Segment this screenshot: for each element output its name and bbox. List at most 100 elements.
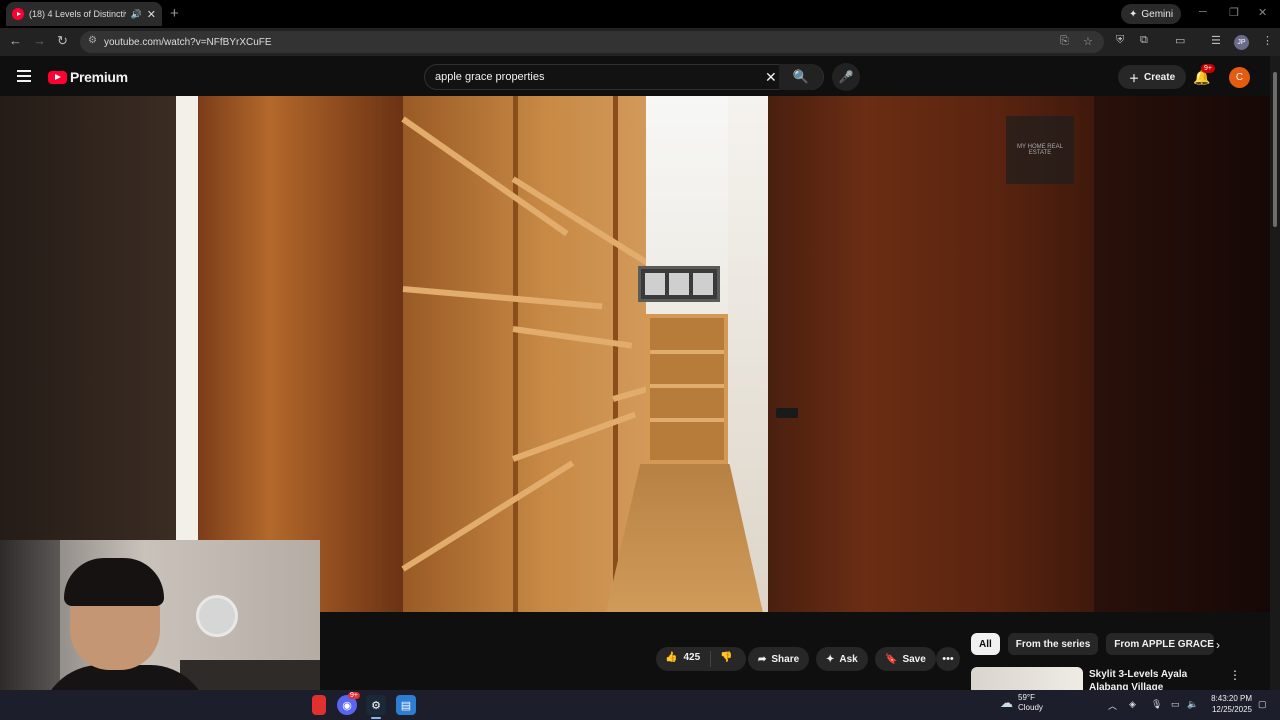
webcam-fan xyxy=(196,595,238,637)
share-arrow-icon: ➦ xyxy=(758,653,767,665)
search-button[interactable]: 🔍 xyxy=(779,64,823,90)
like-count: 425 xyxy=(683,652,701,663)
new-tab-button[interactable]: + xyxy=(170,5,179,22)
related-filter-chips: All From the series From APPLE GRACE PRO xyxy=(971,633,1215,655)
plus-icon: ＋ xyxy=(1129,73,1139,85)
youtube-premium-logo[interactable]: Premium xyxy=(48,69,128,85)
chrome-menu-icon[interactable]: ⋮ xyxy=(1262,34,1273,47)
forward-arrow-icon[interactable]: → xyxy=(33,33,46,48)
browser-tab[interactable]: (18) 4 Levels of Distinctive / 🔊 ✕ xyxy=(6,2,162,26)
watermark-text: MY HOME REAL ESTATE xyxy=(1017,144,1063,156)
weather-desc: Cloudy xyxy=(1018,703,1043,712)
page-scrollbar[interactable] xyxy=(1270,56,1280,690)
reading-list-icon[interactable]: ☰ xyxy=(1211,34,1221,47)
microphone-tray-icon[interactable]: 🎙 xyxy=(1151,699,1162,710)
create-label: Create xyxy=(1144,71,1176,83)
logo-text: Premium xyxy=(70,69,128,85)
notification-center-icon[interactable]: ▢ xyxy=(1258,699,1267,710)
install-app-icon[interactable]: ⎘ xyxy=(1060,35,1069,48)
notifications-bell-icon[interactable]: 🔔 9+ xyxy=(1193,64,1215,86)
like-button[interactable]: 👍 425 xyxy=(665,652,700,663)
network-icon[interactable]: ▭ xyxy=(1171,699,1180,710)
weather-temp: 59°F xyxy=(1018,693,1035,702)
more-horizontal-icon: ••• xyxy=(942,653,954,665)
sparkle-icon: ✦ xyxy=(1129,8,1138,20)
create-button[interactable]: ＋ Create xyxy=(1118,65,1187,89)
restore-icon[interactable]: ❐ xyxy=(1229,6,1239,19)
volume-icon[interactable]: 🔈 xyxy=(1187,699,1198,710)
tray-overflow-icon[interactable]: ︿ xyxy=(1108,699,1117,712)
browser-toolbar: ← → ↻ ⚙ youtube.com/watch?v=NFfBYrXCuFE … xyxy=(0,28,1280,56)
recommendation-title[interactable]: Skylit 3-Levels Ayala Alabang Village xyxy=(1089,668,1214,690)
extensions-puzzle-icon[interactable]: ⧉ xyxy=(1140,34,1148,47)
video-back-shelf xyxy=(646,314,728,464)
channel-watermark[interactable]: MY HOME REAL ESTATE xyxy=(1006,116,1074,184)
video-player[interactable]: MY HOME REAL ESTATE xyxy=(0,96,1270,612)
bookmark-icon: 🔖 xyxy=(885,653,898,665)
site-info-icon[interactable]: ⚙ xyxy=(88,35,97,46)
video-door-handle xyxy=(776,408,798,418)
discord-badge: 9+ xyxy=(348,692,360,699)
back-arrow-icon[interactable]: ← xyxy=(9,33,22,48)
sparkle-icon: ✦ xyxy=(826,653,835,665)
voice-search-button[interactable]: 🎤 xyxy=(832,63,860,91)
ask-button[interactable]: ✦ Ask xyxy=(816,647,868,671)
close-window-icon[interactable]: ✕ xyxy=(1258,6,1267,19)
url-text: youtube.com/watch?v=NFfBYrXCuFE xyxy=(104,36,272,48)
tray-app-icon[interactable]: ◈ xyxy=(1129,699,1136,710)
search-input[interactable]: apple grace properties xyxy=(435,71,544,83)
youtube-favicon-icon xyxy=(12,8,24,20)
channel-avatar[interactable]: C xyxy=(1229,67,1250,88)
video-window xyxy=(638,266,720,302)
share-button[interactable]: ➦ Share xyxy=(748,647,810,671)
more-actions-button[interactable]: ••• xyxy=(936,647,960,671)
profile-avatar[interactable]: JP xyxy=(1234,35,1249,50)
recommendation-thumbnail[interactable] xyxy=(971,667,1083,690)
address-bar[interactable]: ⚙ youtube.com/watch?v=NFfBYrXCuFE ⎘ ☆ xyxy=(80,31,1104,53)
share-label: Share xyxy=(771,653,800,665)
youtube-masthead: Premium apple grace properties ✕ 🔍 🎤 ＋ C… xyxy=(0,56,1280,96)
reload-icon[interactable]: ↻ xyxy=(57,33,68,49)
taskbar-app-icon[interactable] xyxy=(312,695,326,715)
clock-time: 8:43:20 PM xyxy=(1211,694,1252,703)
chip-from-the-series[interactable]: From the series xyxy=(1007,633,1099,655)
steam-icon[interactable]: ⚙ xyxy=(366,695,386,719)
weather-widget[interactable]: ☁ 59°F Cloudy xyxy=(1000,693,1043,713)
cloud-icon: ☁ xyxy=(1000,695,1013,710)
dislike-button[interactable]: 👎 xyxy=(720,652,732,663)
notepad-icon[interactable]: ▤ xyxy=(396,695,416,715)
webcam-person-hair xyxy=(64,558,164,606)
browser-tab-strip: (18) 4 Levels of Distinctive / 🔊 ✕ + ✦ G… xyxy=(0,0,1280,28)
save-button[interactable]: 🔖 Save xyxy=(875,647,936,671)
chevron-right-icon[interactable]: › xyxy=(1216,638,1220,652)
gemini-label: Gemini xyxy=(1141,8,1174,20)
shield-extension-icon[interactable]: ⛨ xyxy=(1116,34,1124,47)
minimize-icon[interactable]: ─ xyxy=(1199,6,1207,18)
chip-from-channel[interactable]: From APPLE GRACE PRO xyxy=(1106,633,1215,655)
bookmark-star-icon[interactable]: ☆ xyxy=(1083,35,1093,48)
hamburger-menu-icon[interactable] xyxy=(17,70,31,82)
search-box[interactable]: apple grace properties ✕ 🔍 xyxy=(424,64,824,90)
video-door-left xyxy=(198,96,403,612)
clear-search-icon[interactable]: ✕ xyxy=(765,69,777,86)
chip-all[interactable]: All xyxy=(971,633,1000,655)
cast-icon[interactable]: ▭ xyxy=(1175,34,1185,47)
ambient-left xyxy=(0,96,176,612)
like-dislike-group: 👍 425 👎 xyxy=(656,647,746,671)
video-wall xyxy=(176,96,198,612)
video-frame[interactable]: MY HOME REAL ESTATE xyxy=(176,96,1094,612)
microphone-icon: 🎤 xyxy=(838,70,854,84)
thumbs-down-icon: 👎 xyxy=(720,652,733,663)
close-tab-icon[interactable]: ✕ xyxy=(147,8,156,21)
speaker-icon[interactable]: 🔊 xyxy=(131,9,142,20)
scrollbar-thumb[interactable] xyxy=(1273,72,1277,227)
system-clock[interactable]: 8:43:20 PM 12/25/2025 xyxy=(1208,693,1252,715)
ambient-right xyxy=(1094,96,1270,612)
recommendation-menu-icon[interactable]: ⋮ xyxy=(1229,668,1241,682)
tab-title: (18) 4 Levels of Distinctive / xyxy=(29,9,126,19)
save-label: Save xyxy=(902,653,926,665)
ask-label: Ask xyxy=(839,653,858,665)
thumbs-up-icon: 👍 xyxy=(665,652,678,663)
gemini-button[interactable]: ✦ Gemini xyxy=(1121,4,1182,24)
search-icon: 🔍 xyxy=(792,69,810,84)
